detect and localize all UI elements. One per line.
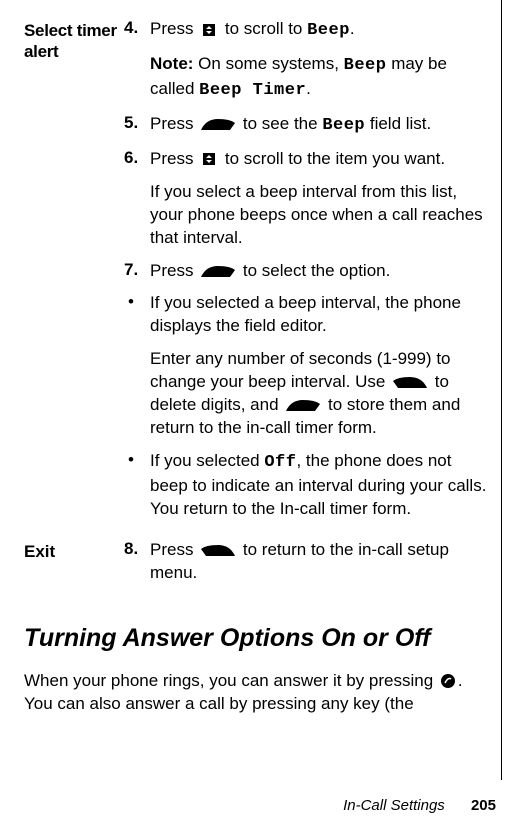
step-5-pre: Press <box>150 114 198 133</box>
step-6-sub: If you select a beep interval from this … <box>150 181 492 250</box>
step-5: 5. Press to see the Beep field list. <box>124 113 492 138</box>
softkey-left-icon <box>392 376 428 389</box>
updown-key-icon <box>200 23 218 37</box>
bullet-off: • If you selected Off, the phone does no… <box>124 450 492 521</box>
step-4-beep: Beep <box>307 21 350 40</box>
step-5-number: 5. <box>124 113 150 138</box>
step-6: 6. Press to scroll to the item you want. <box>124 148 492 171</box>
footer-page-number: 205 <box>471 797 496 814</box>
section-heading: Turning Answer Options On or Off <box>24 623 492 653</box>
send-key-icon <box>440 673 456 689</box>
step-6-number: 6. <box>124 148 150 171</box>
step-8-pre: Press <box>150 540 198 559</box>
step-4: 4. Press to scroll to Beep. <box>124 18 492 43</box>
b2-a: If you selected <box>150 451 264 470</box>
step-5-beep: Beep <box>322 116 365 135</box>
bullet-1-text: If you selected a beep interval, the pho… <box>150 292 492 338</box>
note-end: . <box>306 79 311 98</box>
softkey-right-icon <box>200 265 236 278</box>
step-8-number: 8. <box>124 539 150 585</box>
softkey-left-icon <box>200 544 236 557</box>
note-beep-timer: Beep Timer <box>199 81 306 100</box>
note-label: Note: <box>150 54 198 73</box>
note-beep: Beep <box>344 56 387 75</box>
note-text-a: On some systems, <box>198 54 343 73</box>
bullet-beep-interval: • If you selected a beep interval, the p… <box>124 292 492 338</box>
step-5-post-b: field list. <box>365 114 431 133</box>
step-4-note: Note: On some systems, Beep may be calle… <box>150 53 492 103</box>
left-label-exit: Exit <box>24 539 124 562</box>
step-4-number: 4. <box>124 18 150 43</box>
b2-off: Off <box>264 453 296 472</box>
step-7-number: 7. <box>124 260 150 283</box>
footer-section: In-Call Settings <box>343 797 445 814</box>
left-label-select-timer-alert: Select timer alert <box>24 18 124 63</box>
body-a: When your phone rings, you can answer it… <box>24 671 438 690</box>
updown-key-icon <box>200 152 218 166</box>
step-7: 7. Press to select the option. <box>124 260 492 283</box>
step-4-end: . <box>350 19 355 38</box>
step-4-post-a: to scroll to <box>220 19 307 38</box>
softkey-right-icon <box>285 399 321 412</box>
step-6-pre: Press <box>150 149 198 168</box>
step-5-post-a: to see the <box>238 114 322 133</box>
softkey-right-icon <box>200 118 236 131</box>
page-footer: In-Call Settings 205 <box>343 797 496 814</box>
bullet-dot-icon: • <box>124 292 150 338</box>
body-paragraph: When your phone rings, you can answer it… <box>24 670 492 716</box>
step-4-pre: Press <box>150 19 198 38</box>
step-8: 8. Press to return to the in-call setup … <box>124 539 492 585</box>
step-6-post: to scroll to the item you want. <box>220 149 445 168</box>
vertical-divider <box>501 0 502 780</box>
step-7-pre: Press <box>150 261 198 280</box>
step-7-post: to select the option. <box>238 261 390 280</box>
bullet-1-sub: Enter any number of seconds (1-999) to c… <box>150 348 492 440</box>
bullet-dot-icon: • <box>124 450 150 521</box>
